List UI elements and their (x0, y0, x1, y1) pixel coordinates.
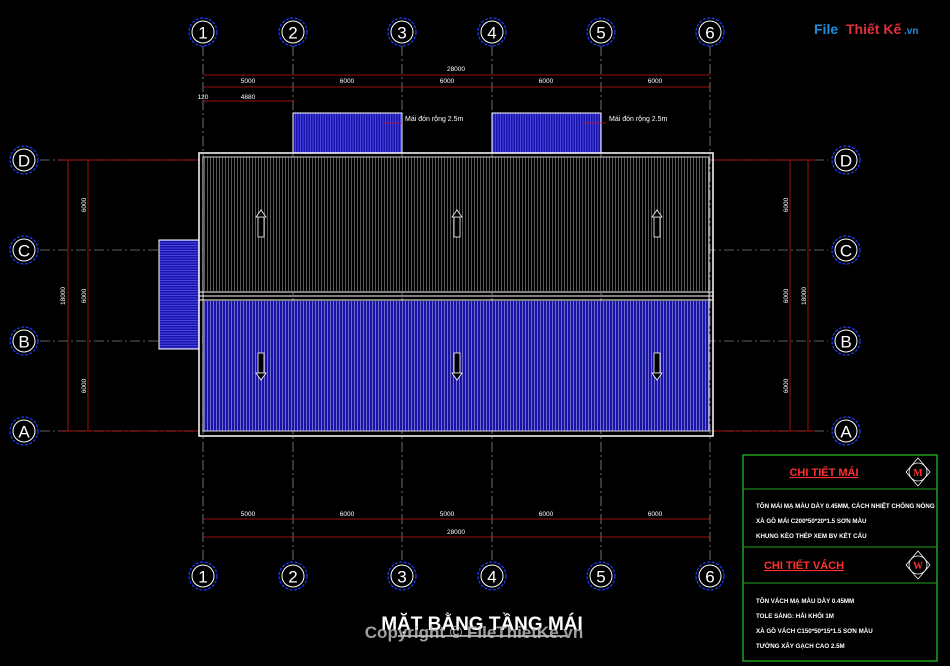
dim-bottom-5: 6000 (648, 511, 663, 518)
dim-top-3: 6000 (440, 78, 455, 85)
svg-text:1: 1 (198, 24, 207, 43)
dim-bottom-2: 6000 (340, 511, 355, 518)
dim-left-total: 18000 (60, 287, 67, 305)
canopy-right (491, 112, 602, 154)
svg-text:4: 4 (487, 568, 496, 587)
svg-text:4: 4 (487, 24, 496, 43)
svg-text:A: A (840, 423, 852, 442)
main-roof (198, 152, 714, 437)
grid-bubble-top-2: 2 (278, 17, 308, 47)
svg-text:D: D (840, 152, 852, 171)
grid-bubble-right-D: D (831, 145, 861, 175)
copyright-watermark: Copyright © FileThietKe.vn (365, 623, 583, 642)
legend-wall-line-4: TƯỜNG XÂY GẠCH CAO 2.5M (756, 642, 845, 650)
legend-wall-title: CHI TIẾT VÁCH (764, 559, 844, 572)
legend-roof-tag: M (913, 468, 923, 479)
dim-bottom-4: 6000 (539, 511, 554, 518)
grid-bubble-left-D: D (9, 145, 39, 175)
grid-bubble-left-B: B (9, 326, 39, 356)
legend-wall-tag: W (913, 561, 923, 572)
legend-wall-line-3: XÀ GỒ VÁCH C150*50*15*1.5 SƠN MÀU (756, 628, 873, 635)
dim-bottom-total: 28000 (447, 529, 465, 536)
grid-bubble-right-B: B (831, 326, 861, 356)
dim-right-1: 6000 (783, 197, 790, 212)
svg-text:2: 2 (288, 568, 297, 587)
svg-text:3: 3 (397, 568, 406, 587)
svg-text:A: A (18, 423, 30, 442)
svg-text:2: 2 (288, 24, 297, 43)
site-logo: File Thiết Kế .vn (814, 21, 918, 37)
grid-bubble-bottom-1: 1 (188, 561, 218, 591)
svg-text:1: 1 (198, 568, 207, 587)
grid-bubble-bottom-4: 4 (477, 561, 507, 591)
dimension-texts-bottom: 5000 6000 5000 6000 6000 28000 (241, 511, 663, 536)
svg-text:5: 5 (596, 568, 605, 587)
grid-bubble-top-4: 4 (477, 17, 507, 47)
legend-roof-title: CHI TIẾT MÁI (789, 466, 858, 479)
dim-top-5: 6000 (648, 78, 663, 85)
dim-top-2: 6000 (340, 78, 355, 85)
svg-text:6: 6 (705, 24, 714, 43)
legend-roof-line-3: KHUNG KÈO THÉP XEM BV KẾT CẤU (756, 532, 867, 540)
side-canopy (158, 239, 200, 350)
canopy-left (292, 112, 403, 154)
grid-bubble-left-C: C (9, 235, 39, 265)
grid-bubble-right-A: A (831, 416, 861, 446)
grid-bubble-bottom-6: 6 (695, 561, 725, 591)
legend-wall-line-2: TOLE SÁNG: HẢI KHỐI 1M (756, 613, 834, 620)
svg-text:6: 6 (705, 568, 714, 587)
grid-bubble-top-3: 3 (387, 17, 417, 47)
roof-plan-drawing: File Thiết Kế .vn 5000 6000 6000 6000 60… (9, 17, 938, 662)
dim-offset-2: 4880 (241, 94, 256, 101)
legend-panel: CHI TIẾT MÁI M TÔN MÁI MẠ MÀU DÀY 0.45MM… (742, 454, 938, 662)
svg-text:B: B (840, 333, 851, 352)
grid-bubble-top-6: 6 (695, 17, 725, 47)
canopy-note-1: Mái đón rộng 2.5m (405, 116, 464, 123)
grid-bubble-bottom-3: 3 (387, 561, 417, 591)
dim-left-3: 6000 (81, 378, 88, 393)
grid-bubble-left-A: A (9, 416, 39, 446)
dim-top-total: 28000 (447, 66, 465, 73)
svg-text:File: File (814, 21, 838, 37)
grid-bubble-right-C: C (831, 235, 861, 265)
svg-text:Thiết Kế: Thiết Kế (846, 21, 901, 37)
svg-text:D: D (18, 152, 30, 171)
dim-top-1: 5000 (241, 78, 256, 85)
dimension-texts-left: 6000 6000 6000 18000 (60, 197, 88, 393)
svg-text:C: C (18, 242, 30, 261)
svg-text:C: C (840, 242, 852, 261)
dimension-texts-top: 5000 6000 6000 6000 6000 28000 120 4880 (198, 66, 663, 101)
svg-text:.vn: .vn (904, 26, 918, 37)
svg-text:3: 3 (397, 24, 406, 43)
svg-text:5: 5 (596, 24, 605, 43)
svg-text:B: B (18, 333, 29, 352)
grid-bubble-top-1: 1 (188, 17, 218, 47)
dim-right-total: 18000 (801, 287, 808, 305)
dim-right-2: 6000 (783, 288, 790, 303)
legend-wall-line-1: TÔN VÁCH MẠ MÀU DÀY 0.45MM (756, 597, 854, 605)
dim-bottom-3: 5000 (440, 511, 455, 518)
dimension-texts-right: 6000 6000 6000 18000 (783, 197, 808, 393)
dim-left-1: 6000 (81, 197, 88, 212)
canopy-note-2: Mái đón rộng 2.5m (609, 116, 668, 123)
dim-offset-1: 120 (198, 94, 209, 101)
grid-bubble-bottom-5: 5 (586, 561, 616, 591)
legend-roof-line-1: TÔN MÁI MẠ MÀU DÀY 0.45MM, CÁCH NHIỆT CH… (756, 502, 935, 510)
legend-roof-line-2: XÀ GỒ MÁI C200*50*20*1.5 SƠN MÀU (756, 518, 867, 525)
dim-top-4: 6000 (539, 78, 554, 85)
grid-bubble-top-5: 5 (586, 17, 616, 47)
dim-bottom-1: 5000 (241, 511, 256, 518)
dim-left-2: 6000 (81, 288, 88, 303)
grid-bubble-bottom-2: 2 (278, 561, 308, 591)
dim-right-3: 6000 (783, 378, 790, 393)
